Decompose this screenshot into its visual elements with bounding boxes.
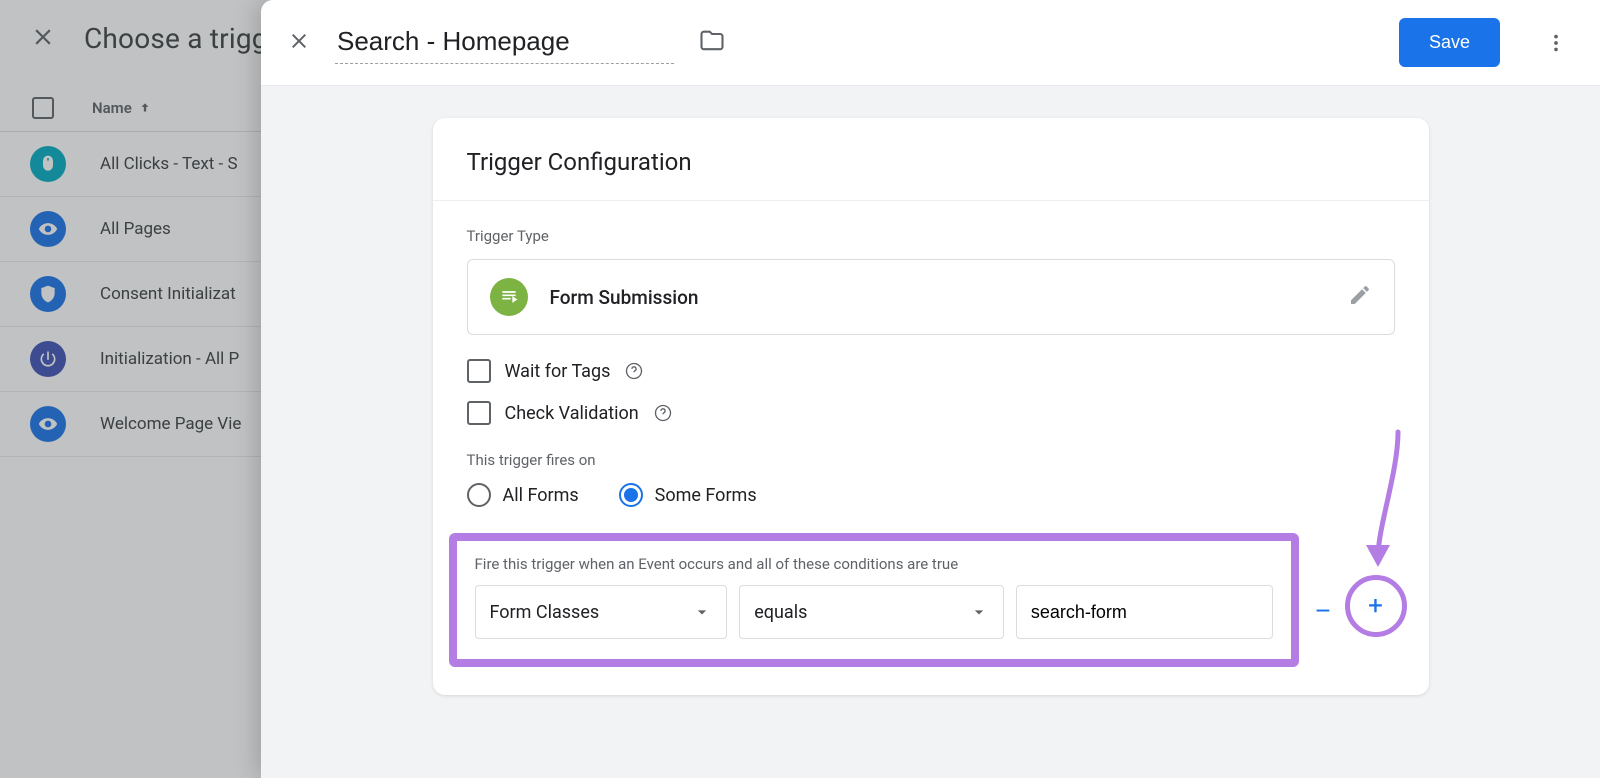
- card-title: Trigger Configuration: [433, 118, 1429, 200]
- fires-on-radios: All Forms Some Forms: [433, 477, 1429, 525]
- help-icon[interactable]: [653, 403, 673, 423]
- plus-icon: +: [1368, 591, 1383, 621]
- folder-icon[interactable]: [698, 27, 726, 59]
- panel-header: Save: [261, 0, 1600, 86]
- radio-icon: [467, 483, 491, 507]
- condition-value-input[interactable]: [1016, 585, 1273, 639]
- conditions-highlight: Fire this trigger when an Event occurs a…: [449, 533, 1299, 667]
- type-label: Trigger Type: [433, 201, 1429, 259]
- wait-for-tags-option[interactable]: Wait for Tags: [467, 359, 1395, 383]
- fires-on-label: This trigger fires on: [433, 425, 1429, 477]
- trigger-name-input[interactable]: [335, 22, 674, 64]
- add-condition-button[interactable]: +: [1345, 575, 1407, 637]
- help-icon[interactable]: [624, 361, 644, 381]
- check-validation-option[interactable]: Check Validation: [467, 401, 1395, 425]
- close-icon[interactable]: [287, 29, 311, 57]
- radio-icon: [619, 483, 643, 507]
- highlight-arrow: [1343, 427, 1413, 577]
- chevron-down-icon: [969, 602, 989, 622]
- editor-panel: Save Trigger Configuration Trigger Type …: [261, 0, 1600, 778]
- conditions-label: Fire this trigger when an Event occurs a…: [475, 555, 1273, 573]
- more-menu-button[interactable]: [1534, 21, 1578, 65]
- edit-icon[interactable]: [1348, 283, 1372, 311]
- more-vert-icon: [1545, 32, 1567, 54]
- save-button[interactable]: Save: [1399, 18, 1500, 67]
- condition-variable-select[interactable]: Form Classes: [475, 585, 728, 639]
- checkbox[interactable]: [467, 401, 491, 425]
- trigger-type-row[interactable]: Form Submission: [467, 259, 1395, 335]
- radio-some-forms[interactable]: Some Forms: [619, 483, 757, 507]
- form-submit-icon: [490, 278, 528, 316]
- trigger-type-value: Form Submission: [550, 286, 1326, 309]
- radio-all-forms[interactable]: All Forms: [467, 483, 579, 507]
- checkbox[interactable]: [467, 359, 491, 383]
- remove-condition-button[interactable]: –: [1315, 597, 1332, 627]
- chevron-down-icon: [692, 602, 712, 622]
- trigger-config-card: Trigger Configuration Trigger Type Form …: [433, 118, 1429, 695]
- condition-operator-select[interactable]: equals: [739, 585, 1004, 639]
